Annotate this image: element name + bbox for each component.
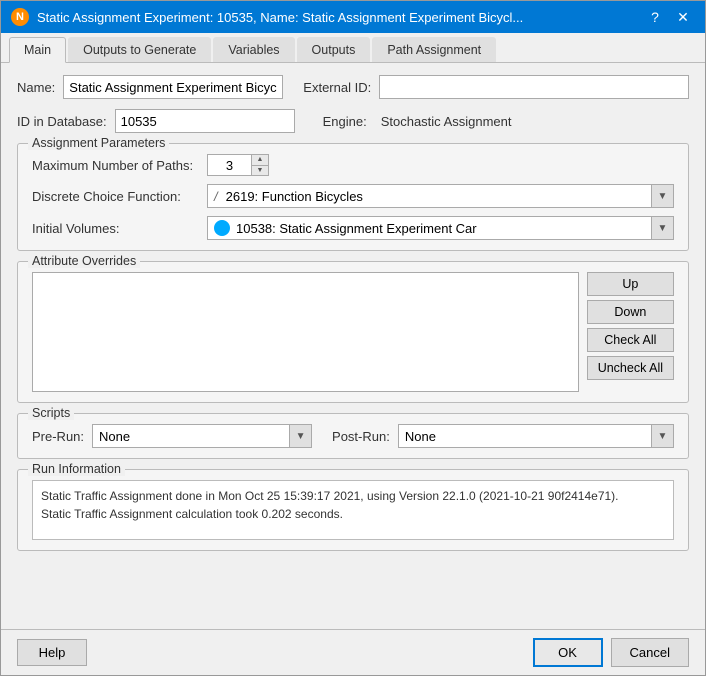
engine-value: Stochastic Assignment: [381, 114, 512, 129]
help-button[interactable]: Help: [17, 639, 87, 666]
discrete-choice-label: Discrete Choice Function:: [32, 189, 207, 204]
spinner-down-btn[interactable]: ▼: [252, 166, 268, 176]
close-button[interactable]: ✕: [671, 7, 695, 27]
external-id-input[interactable]: [379, 75, 689, 99]
discrete-choice-arrow: ▼: [651, 185, 673, 207]
initial-volumes-value: 10538: Static Assignment Experiment Car: [236, 221, 477, 236]
attribute-overrides-title: Attribute Overrides: [28, 254, 140, 268]
app-icon: N: [11, 8, 29, 26]
max-paths-spinner: ▲ ▼: [252, 154, 269, 176]
dbid-input[interactable]: [115, 109, 295, 133]
dialog-window: N Static Assignment Experiment: 10535, N…: [0, 0, 706, 676]
attr-overrides-list: [32, 272, 579, 392]
discrete-choice-dropdown[interactable]: / 2619: Function Bicycles ▼: [207, 184, 674, 208]
max-paths-input[interactable]: [207, 154, 252, 176]
check-all-button[interactable]: Check All: [587, 328, 674, 352]
max-paths-row: Maximum Number of Paths: ▲ ▼: [32, 154, 674, 176]
window-title: Static Assignment Experiment: 10535, Nam…: [37, 10, 523, 25]
scripts-title: Scripts: [28, 406, 74, 420]
dbid-row: ID in Database: Engine: Stochastic Assig…: [17, 109, 689, 133]
scripts-group: Scripts Pre-Run: None ▼ Post-Run: None ▼: [17, 413, 689, 459]
initial-volumes-row: Initial Volumes: 10538: Static Assignmen…: [32, 216, 674, 240]
post-run-label: Post-Run:: [332, 429, 390, 444]
tab-path-assignment[interactable]: Path Assignment: [372, 37, 496, 62]
tab-outputs-to-generate[interactable]: Outputs to Generate: [68, 37, 211, 62]
up-button[interactable]: Up: [587, 272, 674, 296]
uncheck-all-button[interactable]: Uncheck All: [587, 356, 674, 380]
volume-color-icon: [214, 220, 230, 236]
max-paths-label: Maximum Number of Paths:: [32, 158, 207, 173]
main-content: Name: External ID: ID in Database: Engin…: [1, 63, 705, 629]
tab-variables[interactable]: Variables: [213, 37, 294, 62]
tab-bar: Main Outputs to Generate Variables Outpu…: [1, 33, 705, 63]
name-input[interactable]: [63, 75, 283, 99]
discrete-choice-value: 2619: Function Bicycles: [226, 189, 363, 204]
tab-outputs[interactable]: Outputs: [297, 37, 371, 62]
scripts-row: Pre-Run: None ▼ Post-Run: None ▼: [32, 424, 674, 448]
run-info-text: Static Traffic Assignment done in Mon Oc…: [32, 480, 674, 540]
pre-run-label: Pre-Run:: [32, 429, 84, 444]
dbid-label: ID in Database:: [17, 114, 107, 129]
tab-main[interactable]: Main: [9, 37, 66, 63]
down-button[interactable]: Down: [587, 300, 674, 324]
initial-volumes-arrow: ▼: [651, 217, 673, 239]
external-id-label: External ID:: [303, 80, 371, 95]
initial-volumes-label: Initial Volumes:: [32, 221, 207, 236]
pre-run-arrow: ▼: [289, 425, 311, 447]
bottom-bar: Help OK Cancel: [1, 629, 705, 675]
run-info-title: Run Information: [28, 462, 125, 476]
attribute-overrides-group: Attribute Overrides Up Down Check All Un…: [17, 261, 689, 403]
name-label: Name:: [17, 80, 55, 95]
post-run-arrow: ▼: [651, 425, 673, 447]
help-title-button[interactable]: ?: [643, 7, 667, 27]
window-controls: ? ✕: [643, 7, 695, 27]
assignment-params-group: Assignment Parameters Maximum Number of …: [17, 143, 689, 251]
post-run-dropdown[interactable]: None ▼: [398, 424, 674, 448]
attr-buttons: Up Down Check All Uncheck All: [587, 272, 674, 392]
attr-overrides-area: Up Down Check All Uncheck All: [32, 272, 674, 392]
initial-volumes-dropdown[interactable]: 10538: Static Assignment Experiment Car …: [207, 216, 674, 240]
assignment-params-title: Assignment Parameters: [28, 136, 169, 150]
engine-label: Engine:: [323, 114, 367, 129]
name-row: Name: External ID:: [17, 75, 689, 99]
pre-run-dropdown[interactable]: None ▼: [92, 424, 312, 448]
discrete-choice-row: Discrete Choice Function: / 2619: Functi…: [32, 184, 674, 208]
spinner-up-btn[interactable]: ▲: [252, 155, 268, 166]
ok-button[interactable]: OK: [533, 638, 603, 667]
post-run-value: None: [405, 429, 436, 444]
run-info-group: Run Information Static Traffic Assignmen…: [17, 469, 689, 551]
cancel-button[interactable]: Cancel: [611, 638, 689, 667]
title-bar: N Static Assignment Experiment: 10535, N…: [1, 1, 705, 33]
pre-run-value: None: [99, 429, 130, 444]
